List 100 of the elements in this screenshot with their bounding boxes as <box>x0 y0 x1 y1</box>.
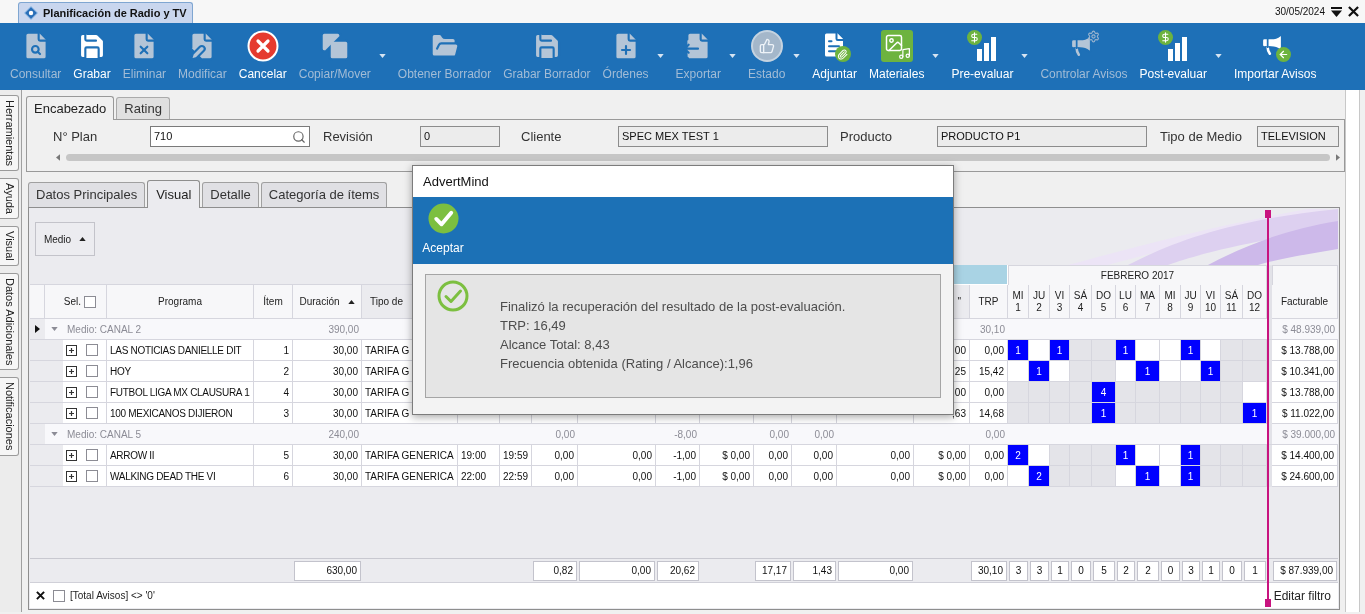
total-cell: 0,00 <box>838 560 913 581</box>
table-cell-text: LAS NOTICIAS DANIELLE DIT <box>110 343 242 358</box>
day-column-header: VI 3 <box>1050 285 1070 319</box>
table-cell-text: TARIFA G <box>365 406 410 421</box>
table-cell-text: 22:00 <box>461 469 487 484</box>
message-text: Finalizó la recuperación del resultado de la post-evaluación. <box>500 298 846 316</box>
total-cell: 0 <box>1161 560 1180 581</box>
total-cell: $ 87.939,00 <box>1273 560 1337 581</box>
total-cell: 5 <box>1093 560 1115 581</box>
table-cell-text: 19:00 <box>461 448 487 463</box>
table-cell-text: 4 <box>283 385 289 400</box>
table-cell-text: FUTBOL LIGA MX CLAUSURA 1 <box>110 385 250 400</box>
table-cell-text: 30,00 <box>332 364 358 379</box>
table-cell-text: 0,00 <box>768 469 788 484</box>
table-cell-text: 5 <box>283 448 289 463</box>
message-text: Alcance Total: 8,43 <box>500 336 611 354</box>
table-cell-text: $ 24.600,00 <box>1281 469 1334 484</box>
table-cell-text: 0,00 <box>984 343 1004 358</box>
table-cell-text: 30,00 <box>332 406 358 421</box>
table-cell-text: $ 0,00 <box>938 448 966 463</box>
total-cell: 30,10 <box>971 560 1007 581</box>
day-column-header: LU 6 <box>1116 285 1136 319</box>
total-cell: 1,43 <box>793 560 836 581</box>
table-cell-text: 0,00 <box>984 469 1004 484</box>
table-cell-text: WALKING DEAD THE VI <box>110 469 216 484</box>
field-label: Tipo de Medio <box>1160 127 1243 146</box>
table-cell-text: $ 14.400,00 <box>1281 448 1334 463</box>
table-cell-text: 19:59 <box>503 448 529 463</box>
table-cell-text: $ 13.788,00 <box>1281 385 1334 400</box>
table-cell-text: $ 0,00 <box>938 469 966 484</box>
table-cell-text: 0,00 <box>813 469 833 484</box>
day-column-header: MA 7 <box>1136 285 1160 319</box>
table-cell-text: $ 0,00 <box>722 469 750 484</box>
table-cell-text: -1,00 <box>673 448 696 463</box>
table-cell-text: 0,00 <box>632 448 652 463</box>
table-cell-text: TARIFA G <box>365 343 410 358</box>
table-cell-text: $ 13.788,00 <box>1281 343 1334 358</box>
total-cell: 3 <box>1030 560 1049 581</box>
table-cell-text: $ 10.341,00 <box>1281 364 1334 379</box>
group-total: $ 39.000,00 <box>1282 427 1335 442</box>
table-cell-text: 0,00 <box>813 448 833 463</box>
table-cell-text: 0,00 <box>984 385 1004 400</box>
dialog-title: AdvertMind <box>423 172 489 191</box>
table-cell-text: 0,00 <box>890 469 910 484</box>
group-total: 390,00 <box>328 322 359 337</box>
group-label: Medio: CANAL 5 <box>67 427 142 442</box>
table-cell-text: HOY <box>110 364 131 379</box>
total-cell: 1 <box>1051 560 1069 581</box>
total-cell: 3 <box>1182 560 1200 581</box>
group-total: -8,00 <box>674 427 697 442</box>
total-cell: 1 <box>1244 560 1266 581</box>
table-cell-text: 30,00 <box>332 469 358 484</box>
table-cell-text: 30,00 <box>332 385 358 400</box>
total-cell: 20,62 <box>657 560 699 581</box>
group-label: Medio: CANAL 2 <box>67 322 142 337</box>
table-cell-text: 2 <box>283 364 289 379</box>
total-cell: 0,82 <box>533 560 577 581</box>
total-cell: 0 <box>1222 560 1242 581</box>
date-label: 30/05/2024 <box>1274 5 1325 19</box>
day-column-header: VI 10 <box>1201 285 1221 319</box>
table-cell-text: 0,00 <box>632 469 652 484</box>
filter-expression: [Total Avisos] <> '0' <box>70 589 155 603</box>
table-cell-text: 6 <box>283 469 289 484</box>
group-total: $ 48.939,00 <box>1282 322 1335 337</box>
total-cell: 2 <box>1137 560 1159 581</box>
table-cell-text: 30,00 <box>332 343 358 358</box>
table-cell-text: 0,00 <box>984 448 1004 463</box>
table-cell-text: 15,42 <box>978 364 1004 379</box>
day-column-header: DO 5 <box>1092 285 1116 319</box>
day-column-header: JU 9 <box>1181 285 1201 319</box>
table-cell-text: 100 MEXICANOS DIJIERON <box>110 406 233 421</box>
table-cell-text: 30,00 <box>332 448 358 463</box>
table-cell-text: $ 11.022,00 <box>1281 406 1334 421</box>
table-cell-text: TARIFA G <box>365 364 410 379</box>
table-cell-text: 3 <box>283 406 289 421</box>
table-cell-text: $ 0,00 <box>722 448 750 463</box>
table-cell-text: TARIFA GENERICA <box>365 469 454 484</box>
field-label: Producto <box>840 127 894 146</box>
message-text: TRP: 16,49 <box>500 317 567 335</box>
table-cell-text: 1 <box>283 343 289 358</box>
table-cell-text: TARIFA G <box>365 385 410 400</box>
day-column-header: JU 2 <box>1029 285 1050 319</box>
table-cell-text: 0,00 <box>890 448 910 463</box>
group-total: 30,10 <box>979 322 1005 337</box>
group-total: 0,00 <box>985 427 1005 442</box>
month-header: FEBRERO 2017 <box>1008 265 1267 285</box>
total-cell: 630,00 <box>294 560 361 581</box>
table-cell-text: ARROW II <box>110 448 155 463</box>
day-column-header: MI 1 <box>1008 285 1029 319</box>
field-label: N° Plan <box>53 127 99 146</box>
total-cell: 17,17 <box>755 560 791 581</box>
total-cell: 1 <box>1202 560 1220 581</box>
message-text: Frecuencia obtenida (Rating / Alcance):1,96 <box>500 355 754 373</box>
total-cell: 0 <box>1071 560 1091 581</box>
table-cell-text: 0,00 <box>554 469 574 484</box>
table-cell-text: 22:59 <box>503 469 529 484</box>
group-total: 0,00 <box>769 427 789 442</box>
total-cell: 3 <box>1009 560 1028 581</box>
table-cell-text: 14,68 <box>978 406 1004 421</box>
group-total: 0,00 <box>555 427 575 442</box>
